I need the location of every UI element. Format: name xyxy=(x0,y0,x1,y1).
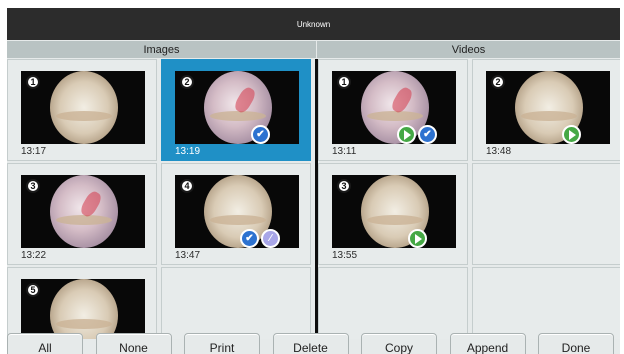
image-thumbnail: 1 xyxy=(21,71,145,144)
checkmark-icon: ✔ xyxy=(240,229,259,248)
image-thumbnail: 2 ✔ xyxy=(175,71,299,144)
tissue-mark xyxy=(232,85,258,115)
video-timestamp: 13:11 xyxy=(332,146,357,157)
video-timestamp: 13:48 xyxy=(486,146,512,157)
image-tile[interactable]: 4 ✔ ∕ 13:47 xyxy=(161,163,311,265)
delete-button[interactable]: Delete xyxy=(272,333,349,354)
image-thumbnail: 4 ✔ ∕ xyxy=(175,175,299,248)
images-section-header: Images xyxy=(7,41,316,58)
play-icon[interactable] xyxy=(408,229,427,248)
video-timestamp: 13:55 xyxy=(332,250,358,261)
done-button[interactable]: Done xyxy=(538,333,614,354)
video-thumbnail: 2 xyxy=(486,71,610,144)
image-timestamp: 13:17 xyxy=(21,146,47,157)
video-number-badge: 2 xyxy=(491,75,505,89)
play-icon[interactable] xyxy=(397,125,416,144)
tissue-band xyxy=(367,215,423,225)
video-number-badge: 1 xyxy=(337,75,351,89)
image-number-badge: 4 xyxy=(180,179,194,193)
none-button[interactable]: None xyxy=(95,333,172,354)
tissue-mark xyxy=(389,85,415,115)
play-icon[interactable] xyxy=(562,125,581,144)
video-thumbnail: 1 ✔ xyxy=(332,71,456,144)
images-section-label: Images xyxy=(143,43,180,56)
image-number-badge: 2 xyxy=(180,75,194,89)
image-timestamp: 13:19 xyxy=(175,146,201,157)
window-title: Unknown xyxy=(296,19,331,29)
image-timestamp: 13:47 xyxy=(175,250,201,261)
video-tile[interactable]: 3 13:55 xyxy=(318,163,468,265)
media-review-window: Unknown Images Videos 1 13:17 2 ✔ 13:19 3 13:2… xyxy=(7,8,620,354)
tissue-band xyxy=(367,111,423,121)
title-bar: Unknown xyxy=(7,8,620,40)
tissue-band xyxy=(521,111,577,121)
action-toolbar: All None Print Delete Copy Append Done xyxy=(7,324,620,354)
image-number-badge: 3 xyxy=(26,179,40,193)
tissue-band xyxy=(56,215,112,225)
video-tile[interactable]: 2 13:48 xyxy=(472,59,620,161)
print-button[interactable]: Print xyxy=(184,333,260,354)
checkmark-icon: ✔ xyxy=(418,125,437,144)
image-tile[interactable]: 1 13:17 xyxy=(7,59,157,161)
image-number-badge: 1 xyxy=(26,75,40,89)
append-button[interactable]: Append xyxy=(449,333,526,354)
image-tile[interactable]: 2 ✔ 13:19 xyxy=(161,59,311,161)
arthroscopic-view-image xyxy=(50,71,118,144)
all-button[interactable]: All xyxy=(7,333,83,354)
copy-button[interactable]: Copy xyxy=(361,333,437,354)
videos-grid: 1 ✔ 13:11 2 13:48 3 13:55 xyxy=(318,59,620,339)
image-tile[interactable]: 3 13:22 xyxy=(7,163,157,265)
image-thumbnail: 3 xyxy=(21,175,145,248)
tissue-band xyxy=(56,111,112,121)
video-empty-slot xyxy=(472,163,620,265)
image-timestamp: 13:22 xyxy=(21,250,47,261)
video-thumbnail: 3 xyxy=(332,175,456,248)
tissue-band xyxy=(210,111,266,121)
checkmark-icon: ✔ xyxy=(251,125,270,144)
image-number-badge: 5 xyxy=(26,283,40,297)
tissue-mark xyxy=(78,189,104,219)
images-grid: 1 13:17 2 ✔ 13:19 3 13:22 4 ✔ ∕ 13:47 5 xyxy=(7,59,315,339)
annotation-pen-icon: ∕ xyxy=(261,229,280,248)
tissue-band xyxy=(210,215,266,225)
videos-section-label: Videos xyxy=(451,43,486,56)
video-tile[interactable]: 1 ✔ 13:11 xyxy=(318,59,468,161)
arthroscopic-view-image xyxy=(50,175,118,248)
videos-section-header: Videos xyxy=(317,41,620,58)
video-number-badge: 3 xyxy=(337,179,351,193)
